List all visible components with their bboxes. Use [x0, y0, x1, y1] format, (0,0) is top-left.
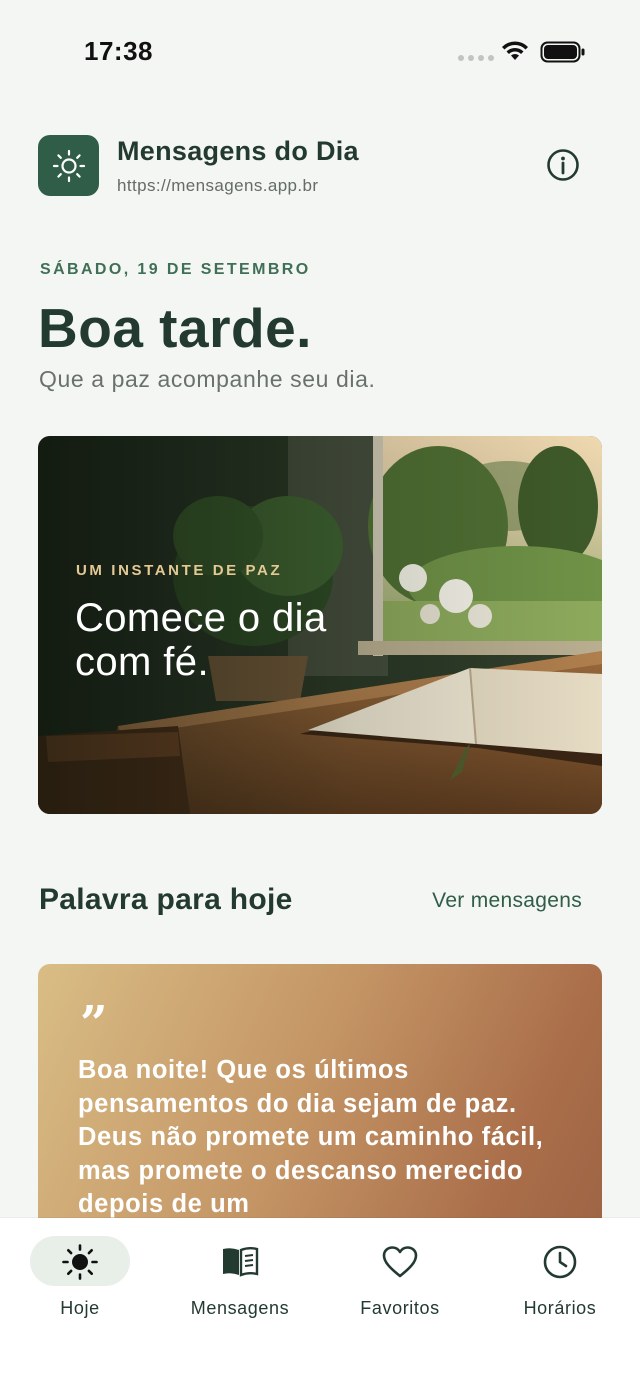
sun-icon: [60, 1242, 100, 1282]
app-logo: [38, 135, 99, 196]
tab-mensagens[interactable]: Mensagens: [160, 1218, 320, 1328]
hero-title: Comece o dia com fé.: [75, 596, 327, 684]
app-header: Mensagens do Dia https://mensagens.app.b…: [38, 135, 602, 197]
section-title: Palavra para hoje: [39, 883, 293, 916]
tab-label-horarios: Horários: [523, 1298, 597, 1318]
see-messages-link[interactable]: Ver mensagens: [432, 889, 582, 913]
tab-label-favoritos: Favoritos: [360, 1298, 440, 1318]
wifi-icon: [502, 41, 528, 60]
quote-icon: ”: [80, 996, 108, 1052]
greeting-subtitle: Que a paz acompanhe seu dia.: [39, 366, 376, 392]
app-url: https://mensagens.app.br: [117, 176, 319, 195]
tab-horarios[interactable]: Horários: [480, 1218, 640, 1328]
tab-label-mensagens: Mensagens: [190, 1298, 290, 1318]
tab-hoje[interactable]: Hoje: [0, 1218, 160, 1328]
battery-icon: [540, 41, 585, 63]
info-icon[interactable]: [546, 148, 580, 182]
book-icon: [220, 1242, 260, 1282]
hero-card[interactable]: UM INSTANTE DE PAZ Comece o dia com fé.: [38, 436, 602, 814]
greeting-heading: Boa tarde.: [38, 297, 312, 359]
tab-favoritos[interactable]: Favoritos: [320, 1218, 480, 1328]
hero-eyebrow: UM INSTANTE DE PAZ: [76, 562, 283, 579]
sun-outline-icon: [52, 149, 85, 182]
tab-bar: Hoje Mensagens Favoritos Horários: [0, 1218, 640, 1391]
cellular-signal-icon: [458, 55, 494, 61]
heart-icon: [380, 1242, 420, 1282]
app-title: Mensagens do Dia: [117, 136, 359, 166]
date-label: SÁBADO, 19 DE SETEMBRO: [40, 261, 311, 278]
clock-icon: [540, 1242, 580, 1282]
quote-text: Boa noite! Que os últimos pensamentos do…: [78, 1056, 544, 1218]
status-time: 17:38: [84, 36, 153, 66]
tab-label-hoje: Hoje: [60, 1298, 100, 1318]
status-bar: 17:38: [0, 0, 640, 100]
